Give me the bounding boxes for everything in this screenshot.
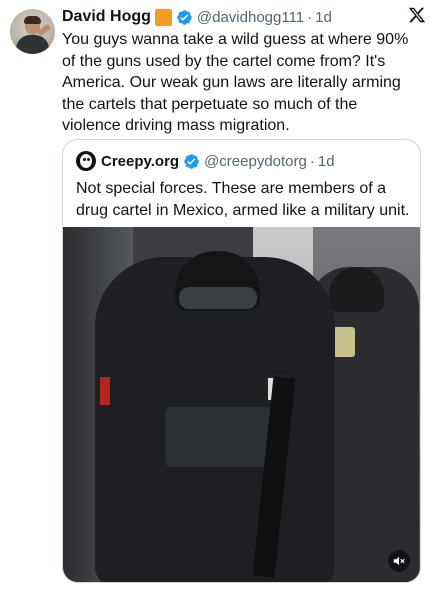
avatar-face <box>80 154 92 168</box>
figure-radio <box>333 327 355 357</box>
avatar-hair <box>24 16 41 24</box>
video-player[interactable] <box>63 227 420 582</box>
avatar-eye <box>87 158 90 161</box>
tweet[interactable]: David Hogg @davidhogg111 · 1d You guys w… <box>0 0 430 590</box>
verified-badge-icon[interactable] <box>183 153 200 170</box>
avatar-eye <box>83 158 86 161</box>
quoted-timestamp[interactable]: 1d <box>318 153 335 170</box>
timestamp[interactable]: 1d <box>315 9 332 26</box>
separator: · <box>309 152 315 170</box>
speaker-muted-icon <box>393 556 405 566</box>
quoted-tweet-text: Not special forces. These are members of… <box>76 180 410 219</box>
tweet-header: David Hogg @davidhogg111 · 1d <box>62 6 420 28</box>
figure-patch <box>100 377 110 405</box>
tweet-content: David Hogg @davidhogg111 · 1d You guys w… <box>62 6 420 137</box>
figure-goggles <box>179 287 257 309</box>
author-avatar[interactable] <box>10 9 55 54</box>
tweet-text: You guys wanna take a wild guess at wher… <box>62 31 409 134</box>
figure-helmet <box>329 267 384 312</box>
orange-square-emoji-icon <box>154 8 172 26</box>
quoted-tweet-header: Creepy.org @creepydotorg · 1d <box>76 151 335 171</box>
verified-badge-icon[interactable] <box>176 9 193 26</box>
figure-vest <box>165 407 275 467</box>
video-frame-figure <box>95 251 335 582</box>
quoted-author-handle[interactable]: @creepydotorg <box>204 153 307 170</box>
mute-icon[interactable] <box>388 550 410 572</box>
separator: · <box>307 8 313 26</box>
author-handle[interactable]: @davidhogg111 <box>197 9 304 26</box>
quoted-author-name[interactable]: Creepy.org <box>101 153 179 170</box>
quoted-tweet[interactable]: Creepy.org @creepydotorg · 1d Not specia… <box>62 139 421 583</box>
quoted-author-avatar[interactable] <box>76 151 96 171</box>
avatar-body <box>16 35 49 54</box>
author-name[interactable]: David Hogg <box>62 8 151 26</box>
